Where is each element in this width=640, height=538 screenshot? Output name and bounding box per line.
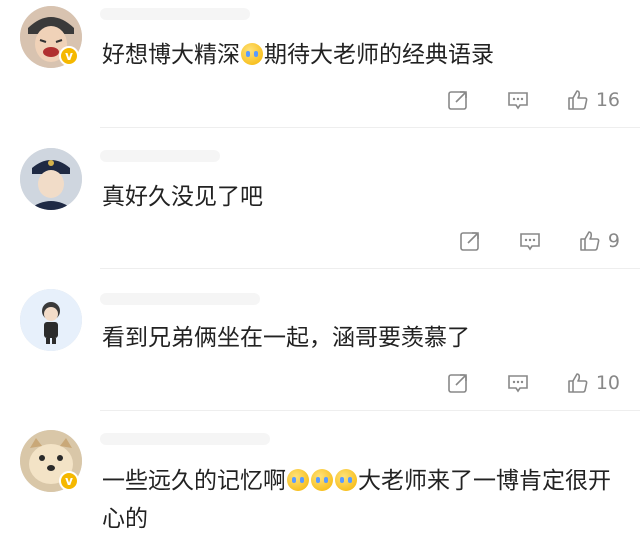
- reply-button[interactable]: [506, 371, 530, 395]
- thumbs-up-icon: [568, 90, 588, 110]
- like-count: 16: [595, 89, 620, 111]
- comment-actions: 16: [410, 86, 620, 114]
- share-button[interactable]: [446, 371, 470, 395]
- share-icon: [448, 91, 467, 110]
- share-button[interactable]: [458, 229, 482, 253]
- like-button[interactable]: 9: [578, 229, 620, 253]
- avatar[interactable]: [20, 289, 82, 351]
- username-blurred: [100, 8, 250, 20]
- verified-badge-icon: v: [59, 471, 79, 491]
- thumbs-up-icon: [580, 231, 600, 251]
- username-blurred: [100, 150, 220, 162]
- comment-icon: [508, 375, 528, 393]
- like-count: 9: [607, 230, 620, 252]
- divider: [100, 268, 640, 269]
- username-blurred: [100, 433, 270, 445]
- comment-actions: 9: [422, 227, 620, 255]
- share-icon: [448, 374, 467, 393]
- comment-icon: [508, 92, 528, 110]
- comment-icon: [520, 233, 540, 251]
- crying-emoji-icon: [335, 469, 357, 491]
- crying-emoji-icon: [241, 43, 263, 65]
- like-button[interactable]: 10: [566, 371, 620, 395]
- share-button[interactable]: [446, 88, 470, 112]
- comment-text: 好想博大精深 期待大老师的经典语录: [102, 42, 494, 68]
- avatar[interactable]: [20, 148, 82, 210]
- username-blurred: [100, 293, 260, 305]
- thumbs-up-icon: [568, 373, 588, 393]
- share-icon: [460, 232, 479, 251]
- crying-emoji-icon: [311, 469, 333, 491]
- divider: [100, 127, 640, 128]
- like-button[interactable]: 16: [566, 88, 620, 112]
- avatar-image: [20, 148, 82, 210]
- verified-badge-icon: v: [59, 46, 79, 66]
- reply-button[interactable]: [506, 88, 530, 112]
- crying-emoji-icon: [287, 469, 309, 491]
- comment-text: 看到兄弟俩坐在一起，涵哥要羡慕了: [102, 325, 470, 351]
- comment-actions: 10: [410, 369, 620, 397]
- avatar-image: [20, 289, 82, 351]
- comment-text: 一些远久的记忆啊 大老师来了一博肯定很开心的: [102, 468, 611, 532]
- like-count: 10: [595, 372, 620, 394]
- divider: [100, 410, 640, 411]
- comment-text: 真好久没见了吧: [102, 184, 263, 210]
- reply-button[interactable]: [518, 229, 542, 253]
